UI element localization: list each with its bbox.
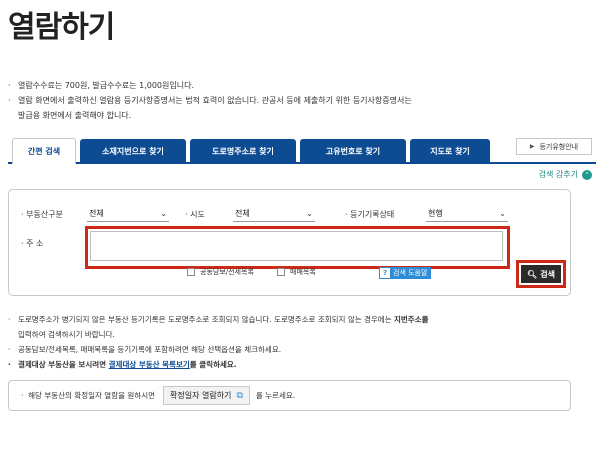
note-item: · 도로명주소가 병기되지 않은 부동산 등기기록은 도로명주소로 조회되지 않습… bbox=[8, 315, 429, 324]
fixed-date-info-box: · 해당 부동산의 확정일자 열람을 원하시면 확정일자 열람하기 ⧉ 를 누르… bbox=[8, 380, 571, 411]
checkbox-box[interactable] bbox=[277, 268, 285, 276]
chevron-up-icon: ⌃ bbox=[582, 169, 592, 180]
search-button[interactable]: 🔍︎ 검색 bbox=[521, 265, 561, 283]
payment-property-list-link[interactable]: 결제대상 부동산 목록보기 bbox=[109, 360, 190, 369]
record-status-label: · 등기기록상태 bbox=[345, 210, 395, 219]
checkbox-box[interactable] bbox=[187, 268, 195, 276]
chevron-down-icon: ⌄ bbox=[306, 209, 313, 218]
hide-search-toggle[interactable]: 검색 감추기 ⌃ bbox=[539, 169, 592, 180]
search-notes: · 도로명주소가 병기되지 않은 부동산 등기기록은 도로명주소로 조회되지 않습… bbox=[8, 312, 429, 372]
search-form: · 부동산구분 전체 ⌄ · 시도 전체 ⌄ · 등기기록상태 현행 ⌄ · 주… bbox=[8, 189, 571, 296]
page-title: 열람하기 bbox=[8, 10, 115, 45]
property-type-label: · 부동산구분 bbox=[21, 210, 63, 219]
tab-map[interactable]: 지도로 찾기 bbox=[410, 139, 490, 163]
tab-simple-search[interactable]: 간편 검색 bbox=[12, 138, 76, 164]
search-button-highlight: 🔍︎ 검색 bbox=[516, 260, 566, 288]
fee-notes: · 열람수수료는 700원, 발급수수료는 1,000원입니다. · 열람 화면에서… bbox=[8, 78, 412, 123]
note-item-continued: 입력하여 검색하시기 바랍니다. bbox=[18, 330, 115, 339]
collateral-list-checkbox[interactable]: 공동담보/전세목록 bbox=[187, 267, 254, 277]
chevron-right-icon: ▶ bbox=[529, 143, 535, 150]
property-type-select[interactable]: 전체 ⌄ bbox=[87, 206, 169, 222]
note-item: · 열람수수료는 700원, 발급수수료는 1,000원입니다. bbox=[8, 81, 195, 90]
chevron-down-icon: ⌄ bbox=[499, 209, 506, 218]
note-item: · 열람 화면에서 출력하신 열람용 등기사항증명서는 법적 효력이 없습니다. … bbox=[8, 96, 412, 105]
sido-select[interactable]: 전체 ⌄ bbox=[233, 206, 315, 222]
question-icon: ? bbox=[380, 268, 390, 278]
tab-unique-number[interactable]: 고유번호로 찾기 bbox=[300, 139, 406, 163]
chevron-down-icon: ⌄ bbox=[160, 209, 167, 218]
search-help-button[interactable]: ? 검색 도움말 bbox=[379, 267, 432, 279]
address-input[interactable] bbox=[90, 231, 503, 261]
search-icon: 🔍︎ bbox=[527, 269, 538, 279]
note-item: · 결제대상 부동산을 보시려면 결제대상 부동산 목록보기를 클릭하세요. bbox=[8, 360, 237, 369]
note-item-continued: 발급용 화면에서 출력해야 합니다. bbox=[18, 111, 132, 120]
tab-road-address[interactable]: 도로명주소로 찾기 bbox=[190, 139, 296, 163]
record-status-select[interactable]: 현행 ⌄ bbox=[426, 206, 508, 222]
sale-list-checkbox[interactable]: 매매목록 bbox=[277, 267, 316, 277]
note-item: · 공동담보/전세목록, 매매목록을 등기기록에 포함하려면 해당 선택옵션을 체… bbox=[8, 345, 282, 354]
record-type-guide-button[interactable]: ▶ 등기유형안내 bbox=[516, 138, 592, 155]
address-label: · 주 소 bbox=[21, 239, 44, 248]
tab-lot-address[interactable]: 소재지번으로 찾기 bbox=[80, 139, 186, 163]
search-tabs: 간편 검색 소재지번으로 찾기 도로명주소로 찾기 고유번호로 찾기 지도로 찾… bbox=[8, 135, 596, 164]
external-link-icon: ⧉ bbox=[236, 390, 243, 401]
sido-label: · 시도 bbox=[185, 210, 205, 219]
fixed-date-view-button[interactable]: 확정일자 열람하기 ⧉ bbox=[163, 386, 250, 405]
